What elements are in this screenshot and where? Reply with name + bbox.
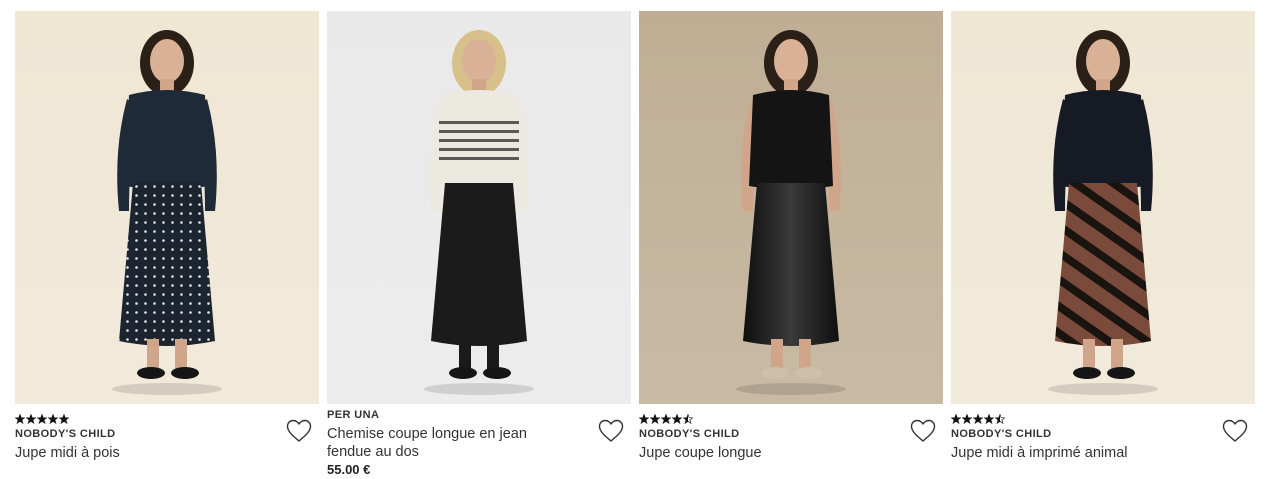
product-info: PER UNA Chemise coupe longue en jean fen… (327, 404, 631, 479)
product-image[interactable] (639, 11, 943, 404)
star-icon (995, 414, 1005, 424)
wishlist-button[interactable] (285, 417, 313, 445)
model-figure (639, 11, 943, 404)
wishlist-button[interactable] (909, 417, 937, 445)
rating-stars (639, 413, 943, 425)
product-image[interactable] (15, 11, 319, 404)
product-card[interactable]: PER UNA Chemise coupe longue en jean fen… (327, 11, 631, 479)
product-brand: NOBODY'S CHILD (639, 428, 740, 440)
product-name[interactable]: Chemise coupe longue en jean fendue au d… (327, 425, 567, 461)
heart-icon (286, 419, 312, 442)
star-icon (26, 414, 36, 424)
product-card[interactable]: NOBODY'S CHILD Jupe midi à pois (15, 11, 319, 479)
star-icon (672, 414, 682, 424)
star-icon (48, 414, 58, 424)
product-card[interactable]: NOBODY'S CHILD Jupe midi à imprimé anima… (951, 11, 1255, 479)
star-icon (661, 414, 671, 424)
product-brand: NOBODY'S CHILD (15, 428, 116, 440)
product-brand: NOBODY'S CHILD (951, 428, 1052, 440)
product-name[interactable]: Jupe midi à pois (15, 444, 255, 462)
star-icon (650, 414, 660, 424)
wishlist-button[interactable] (597, 417, 625, 445)
product-price: 55.00 € (327, 462, 371, 477)
star-icon (984, 414, 994, 424)
star-icon (59, 414, 69, 424)
wishlist-button[interactable] (1221, 417, 1249, 445)
model-figure (327, 11, 631, 404)
model-figure (15, 11, 319, 404)
star-icon (683, 414, 693, 424)
product-image[interactable] (951, 11, 1255, 404)
product-brand: PER UNA (327, 409, 380, 421)
rating-stars (951, 413, 1255, 425)
model-figure (951, 11, 1255, 404)
product-image[interactable] (327, 11, 631, 404)
star-icon (962, 414, 972, 424)
star-icon (951, 414, 961, 424)
product-info: NOBODY'S CHILD Jupe midi à imprimé anima… (951, 404, 1255, 479)
star-icon (37, 414, 47, 424)
product-info: NOBODY'S CHILD Jupe coupe longue (639, 404, 943, 479)
star-icon (639, 414, 649, 424)
star-icon (973, 414, 983, 424)
product-info: NOBODY'S CHILD Jupe midi à pois (15, 404, 319, 479)
heart-icon (598, 419, 624, 442)
product-name[interactable]: Jupe coupe longue (639, 444, 879, 462)
product-card[interactable]: NOBODY'S CHILD Jupe coupe longue (639, 11, 943, 479)
heart-icon (1222, 419, 1248, 442)
star-icon (15, 414, 25, 424)
heart-icon (910, 419, 936, 442)
product-name[interactable]: Jupe midi à imprimé animal (951, 444, 1191, 462)
rating-stars (15, 413, 319, 425)
product-grid: NOBODY'S CHILD Jupe midi à pois PER UNA … (0, 0, 1266, 479)
